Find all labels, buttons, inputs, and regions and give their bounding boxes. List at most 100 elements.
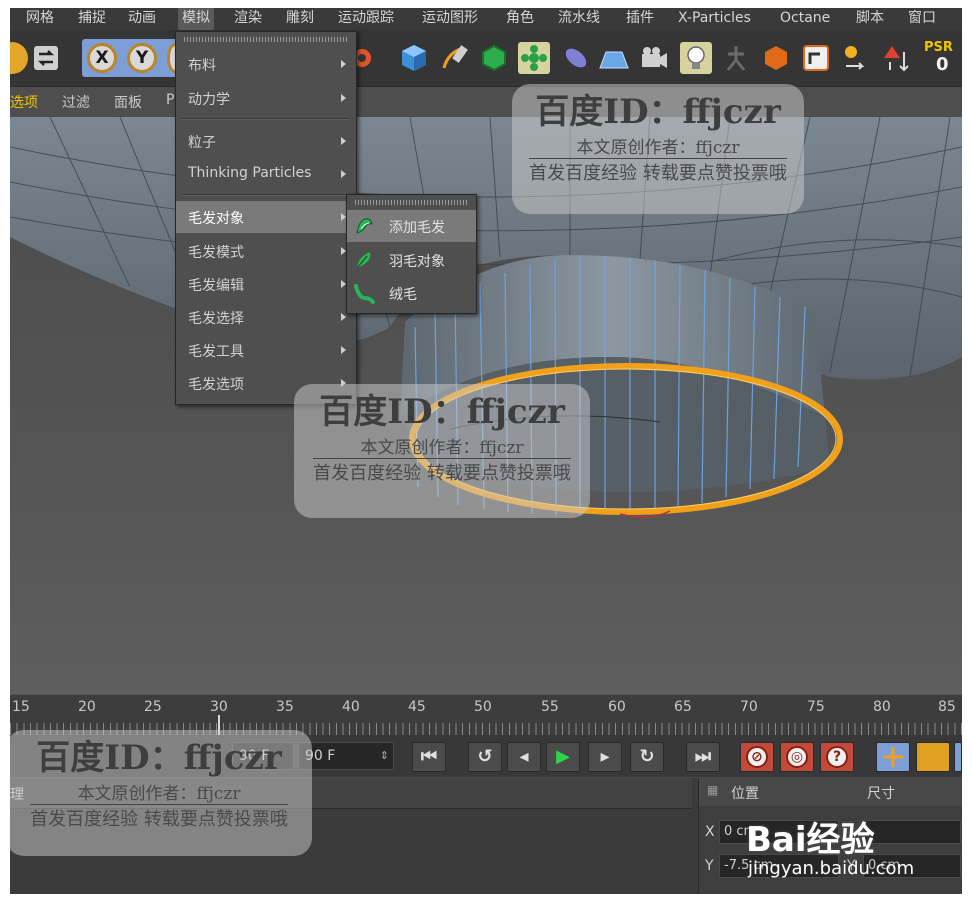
submenu-item-label: 羽毛对象 xyxy=(389,254,445,270)
cinema4d-window: 网格 捕捉 动画 模拟 渲染 雕刻 运动跟踪 运动图形 角色 流水线 插件 X-… xyxy=(10,8,962,894)
submenu-item-fur[interactable]: 绒毛 xyxy=(347,277,476,309)
switch-mode-icon[interactable] xyxy=(30,42,62,74)
size-column-label: 尺寸 xyxy=(867,786,895,802)
watermark-notice: 首发百度经验 转载要点赞投票哦 xyxy=(30,804,288,831)
menu-item-hair-tools[interactable]: 毛发工具 xyxy=(176,334,356,366)
menu-item-particles[interactable]: 粒子 xyxy=(176,125,356,157)
menu-window[interactable]: 窗口 xyxy=(908,8,936,30)
menu-item-hair-mode[interactable]: 毛发模式 xyxy=(176,235,356,267)
menu-motion-tracking[interactable]: 运动跟踪 xyxy=(338,8,394,30)
timeline-tick-label: 40 xyxy=(342,699,360,715)
menu-item-label: 毛发选项 xyxy=(188,377,244,393)
go-to-start-button[interactable]: ⏮ xyxy=(412,742,446,772)
previous-frame-button[interactable]: ◂ xyxy=(507,742,541,772)
menu-separator xyxy=(182,194,350,196)
submenu-item-label: 添加毛发 xyxy=(389,220,445,236)
hair-objects-submenu: 添加毛发 羽毛对象 绒毛 xyxy=(346,194,477,314)
stepper-arrows-icon[interactable]: ⇕ xyxy=(380,743,389,769)
timeline-ruler[interactable]: 15 20 25 30 35 40 45 50 55 60 65 70 75 8… xyxy=(10,694,962,735)
submenu-item-feather-object[interactable]: 羽毛对象 xyxy=(347,244,476,276)
menu-plugins[interactable]: 插件 xyxy=(626,8,654,30)
question-icon: ? xyxy=(826,746,848,768)
previous-key-button[interactable]: ↺ xyxy=(468,742,502,772)
next-frame-button[interactable]: ▸ xyxy=(588,742,622,772)
character-icon[interactable] xyxy=(720,42,752,74)
menu-simulate[interactable]: 模拟 xyxy=(178,8,214,30)
menu-item-hair-objects[interactable]: 毛发对象 xyxy=(176,201,356,233)
menu-animate[interactable]: 动画 xyxy=(128,8,156,30)
camera-icon[interactable] xyxy=(638,42,670,74)
submenu-arrow-icon xyxy=(341,346,346,354)
pen-spline-icon[interactable] xyxy=(438,42,470,74)
timeline-tick-label: 25 xyxy=(144,699,162,715)
baidu-logo-url: jingyan.baidu.com xyxy=(748,858,915,879)
timeline-tick-label: 20 xyxy=(78,699,96,715)
menu-item-label: 毛发编辑 xyxy=(188,278,244,294)
live-selection-icon[interactable] xyxy=(10,42,28,74)
command-toolbar: X Y PSR 0 xyxy=(10,30,962,87)
timeline-tick-label: 80 xyxy=(873,699,891,715)
watermark-middle: 百度ID：ffjczr 本文原创作者：ffjczr 首发百度经验 转载要点赞投票… xyxy=(294,384,590,518)
next-key-button[interactable]: ↻ xyxy=(630,742,664,772)
x-axis-lock-icon[interactable]: X xyxy=(87,43,117,73)
position-column-label: 位置 xyxy=(731,786,759,802)
key-icon: ⊘ xyxy=(746,746,768,768)
menu-tearoff-grip[interactable] xyxy=(184,37,348,42)
feather-icon xyxy=(356,252,371,269)
menu-octane[interactable]: Octane xyxy=(780,8,830,30)
deformer-icon[interactable] xyxy=(560,42,592,74)
timeline-tick-label: 60 xyxy=(608,699,626,715)
record-key-button[interactable]: ⊘ xyxy=(740,742,774,772)
autokey-icon: ◎ xyxy=(786,746,808,768)
menu-sculpt[interactable]: 雕刻 xyxy=(286,8,314,30)
submenu-arrow-icon xyxy=(341,137,346,145)
y-axis-lock-icon[interactable]: Y xyxy=(127,43,157,73)
bake-icon[interactable] xyxy=(760,42,792,74)
menu-item-dynamics[interactable]: 动力学 xyxy=(176,82,356,114)
menu-item-label: 毛发工具 xyxy=(188,344,244,360)
go-to-end-button[interactable]: ⏭ xyxy=(686,742,720,772)
cube-icon[interactable] xyxy=(398,42,430,74)
menu-item-cloth[interactable]: 布料 xyxy=(176,48,356,80)
menu-script[interactable]: 脚本 xyxy=(856,8,884,30)
timeline-tick-label: 85 xyxy=(938,699,956,715)
menu-item-thinking-particles[interactable]: Thinking Particles xyxy=(176,158,356,190)
panel-grip-icon[interactable]: ▦ xyxy=(707,783,718,797)
submenu-item-add-hair[interactable]: 添加毛发 xyxy=(347,210,476,242)
watermark-top: 百度ID：ffjczr 本文原创作者：ffjczr 首发百度经验 转载要点赞投票… xyxy=(512,84,804,214)
menu-character[interactable]: 角色 xyxy=(506,8,534,30)
menu-snap[interactable]: 捕捉 xyxy=(78,8,106,30)
position-key-button[interactable] xyxy=(876,742,910,772)
scale-key-button[interactable] xyxy=(916,742,950,772)
menu-item-hair-selection[interactable]: 毛发选择 xyxy=(176,301,356,333)
menu-item-label: Thinking Particles xyxy=(188,165,312,181)
watermark-title: 百度ID：ffjczr xyxy=(319,392,565,432)
menu-xparticles[interactable]: X-Particles xyxy=(678,8,751,30)
rotation-key-button[interactable] xyxy=(954,742,962,772)
watermark-author: 本文原创作者：ffjczr xyxy=(77,784,241,804)
move-xyz-icon[interactable] xyxy=(840,42,872,74)
menu-item-label: 动力学 xyxy=(188,92,230,108)
watermark-notice: 首发百度经验 转载要点赞投票哦 xyxy=(529,158,787,185)
play-button[interactable]: ▶ xyxy=(546,742,580,772)
menu-item-label: 毛发选择 xyxy=(188,311,244,327)
max-frame-field[interactable]: 90 F ⇕ xyxy=(298,742,394,770)
keyframe-selection-button[interactable]: ? xyxy=(820,742,854,772)
baidu-logo-text: Bai经验 xyxy=(746,820,875,860)
menu-item-hair-edit[interactable]: 毛发编辑 xyxy=(176,268,356,300)
submenu-tearoff-grip[interactable] xyxy=(355,200,468,205)
menu-pipeline[interactable]: 流水线 xyxy=(558,8,600,30)
menu-mograph[interactable]: 运动图形 xyxy=(422,8,478,30)
autokey-button[interactable]: ◎ xyxy=(780,742,814,772)
render-view-icon[interactable] xyxy=(800,42,832,74)
psr-icon[interactable]: PSR 0 xyxy=(920,40,960,75)
light-icon[interactable] xyxy=(680,42,712,74)
submenu-arrow-icon xyxy=(341,60,346,68)
floor-icon[interactable] xyxy=(598,42,630,74)
subdivision-surface-icon[interactable] xyxy=(478,42,510,74)
menu-render[interactable]: 渲染 xyxy=(234,8,262,30)
menu-mesh[interactable]: 网格 xyxy=(26,8,54,30)
cloner-icon[interactable] xyxy=(518,42,550,74)
menu-item-label: 毛发对象 xyxy=(188,211,244,227)
scale-xyz-icon[interactable] xyxy=(880,42,912,74)
